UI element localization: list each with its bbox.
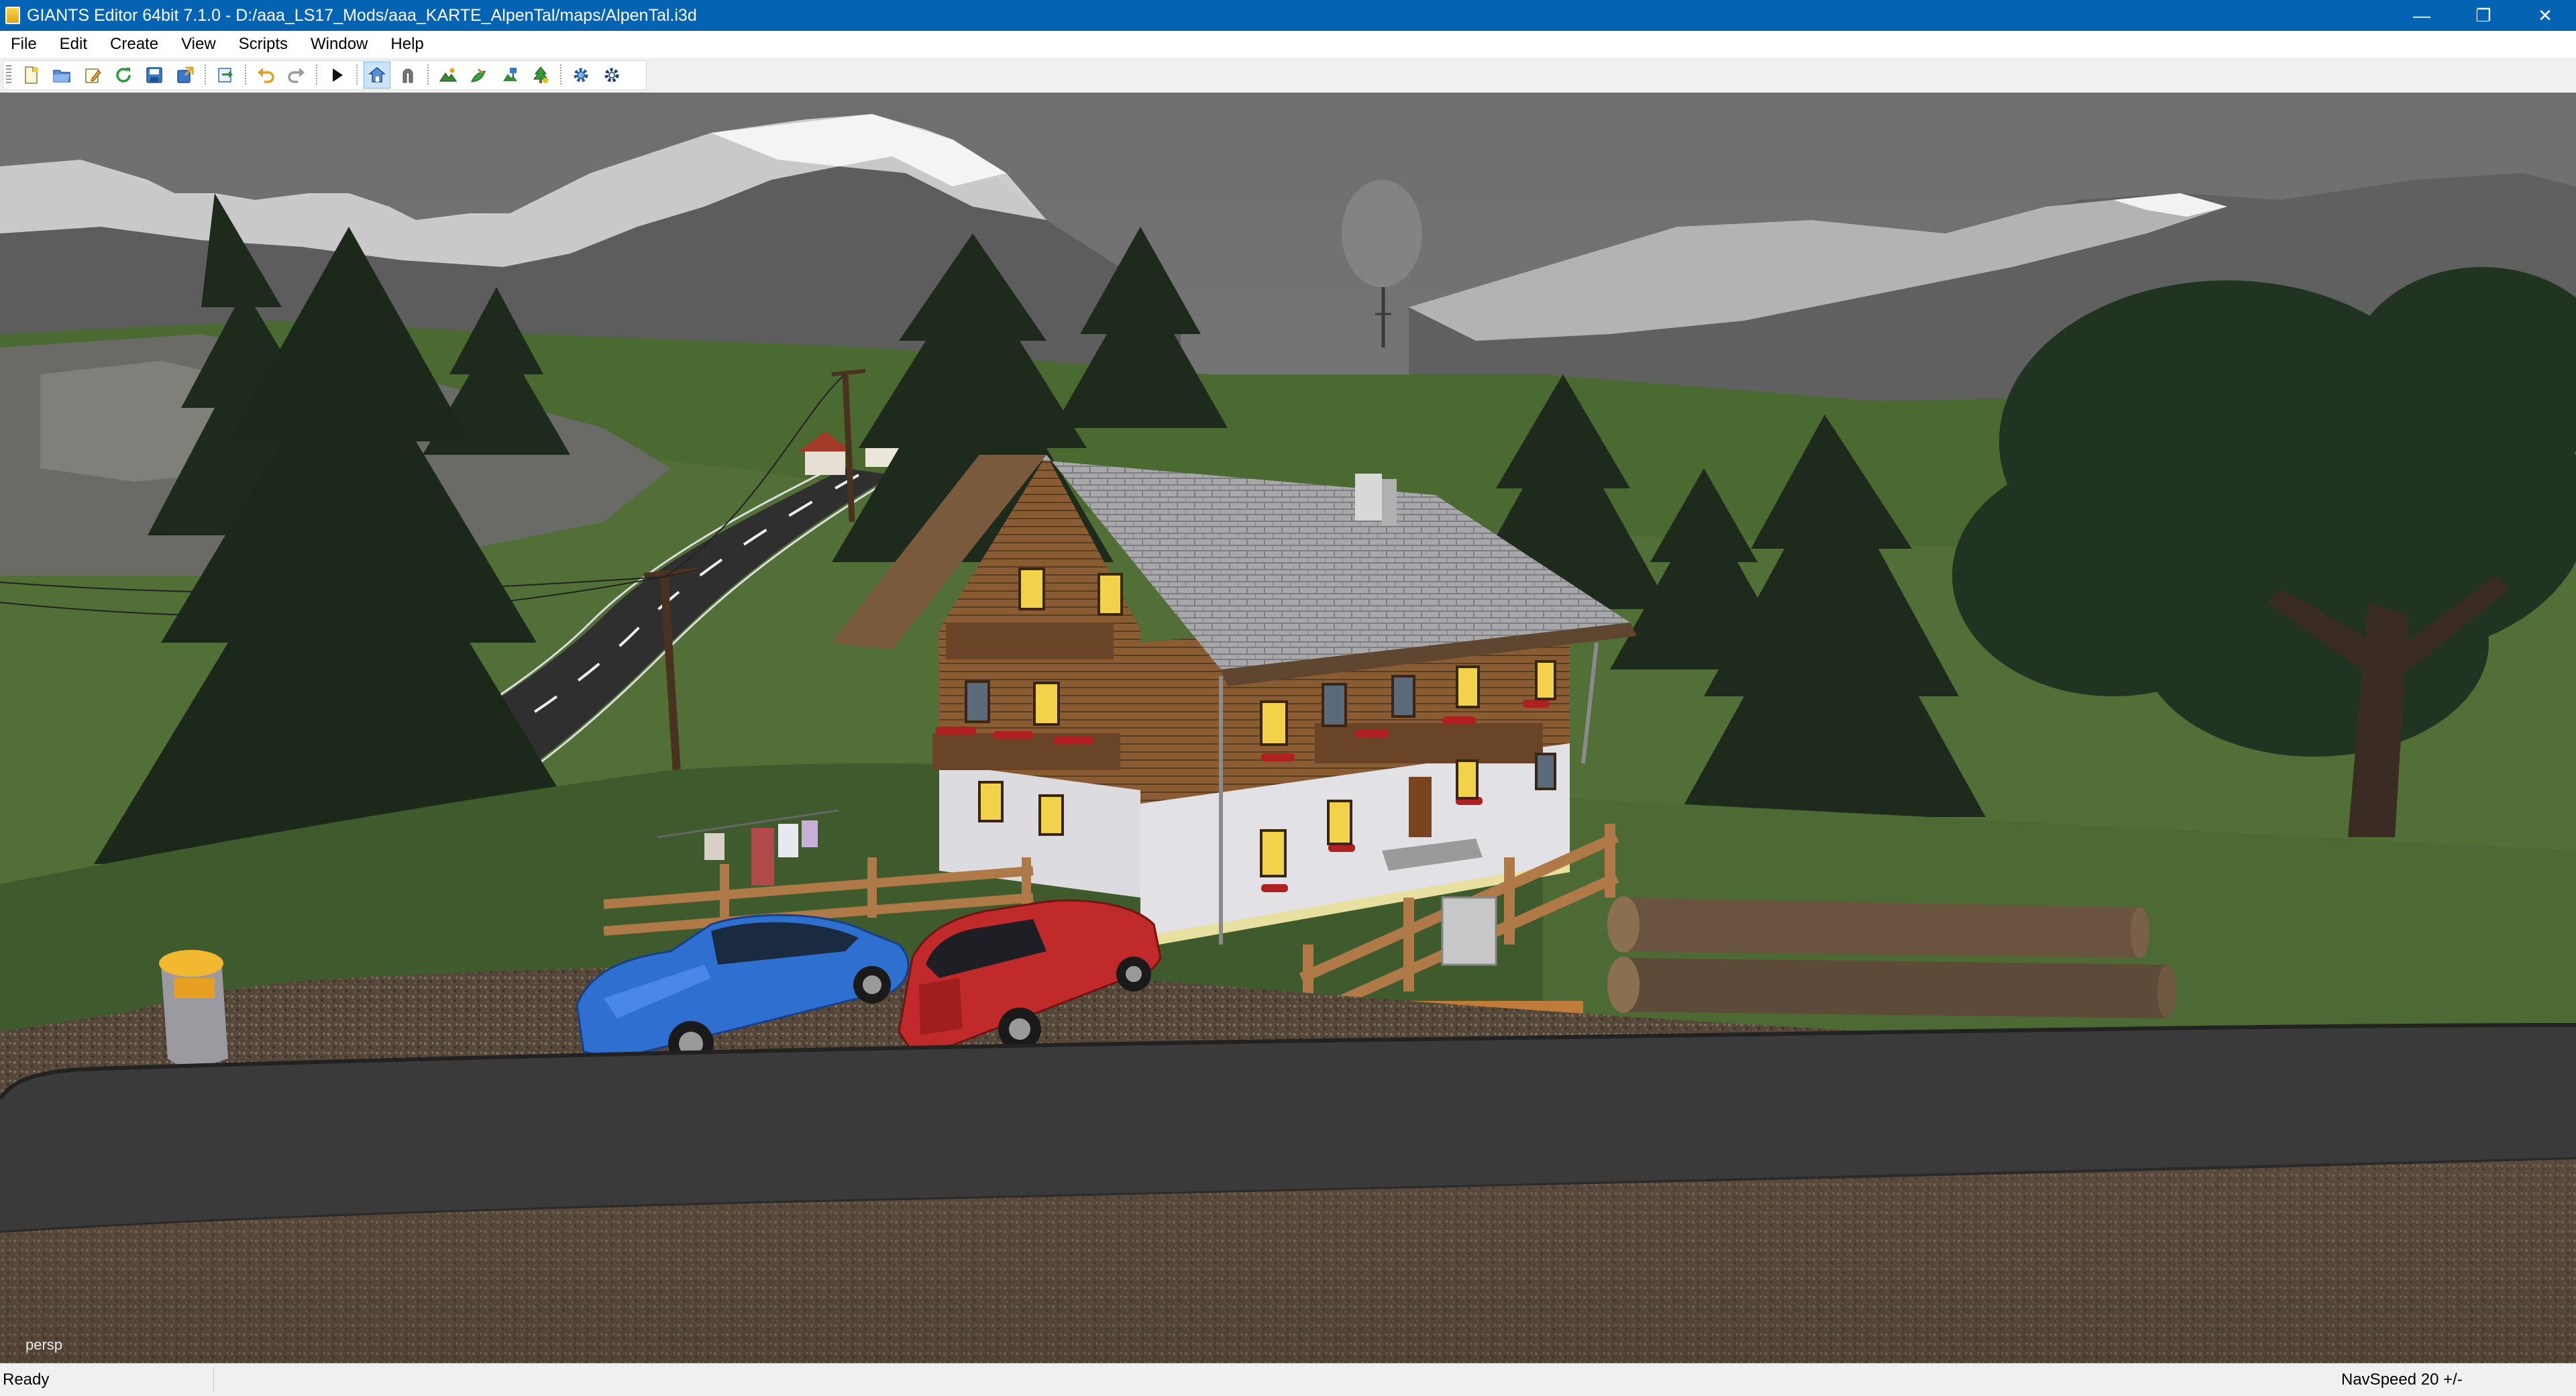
open-folder-icon — [53, 70, 70, 83]
toolbar-separator — [316, 64, 317, 86]
nav-speed-indicator: NavSpeed 20 +/- — [2341, 1371, 2463, 1389]
open-file-button[interactable] — [48, 62, 75, 89]
settings-button[interactable] — [568, 62, 594, 89]
toolbar-separator — [560, 64, 561, 86]
toolbar — [0, 58, 2576, 93]
menu-bar: File Edit Create View Scripts Window Hel… — [0, 31, 2576, 58]
tree-icon — [533, 66, 549, 83]
foliage-button[interactable] — [466, 62, 492, 89]
toolbar-separator — [205, 64, 206, 86]
place-object-button[interactable] — [496, 62, 523, 89]
menu-create[interactable]: Create — [102, 31, 166, 58]
minimize-button[interactable]: — — [2391, 0, 2453, 31]
foliage-icon — [471, 68, 486, 83]
import-icon — [218, 68, 233, 83]
camera-label: persp — [25, 1336, 63, 1353]
redo-button[interactable] — [283, 62, 310, 89]
edit-icon — [85, 68, 101, 83]
scene-render — [0, 93, 2576, 1363]
new-file-icon — [25, 66, 38, 84]
move-tool-button[interactable] — [364, 62, 390, 89]
toolbar-separator — [427, 64, 429, 86]
terrain-paint-icon — [439, 68, 458, 82]
menu-edit[interactable]: Edit — [52, 31, 95, 58]
menu-scripts[interactable]: Scripts — [231, 31, 296, 58]
status-divider — [213, 1368, 214, 1392]
undo-icon — [258, 68, 274, 83]
toolbar-strip — [3, 60, 647, 90]
status-message: Ready — [3, 1371, 50, 1389]
toolbar-separator — [245, 64, 246, 86]
snap-button[interactable] — [394, 62, 421, 89]
reload-button[interactable] — [110, 62, 137, 89]
undo-button[interactable] — [252, 62, 279, 89]
menu-window[interactable]: Window — [303, 31, 376, 58]
save-icon — [146, 67, 162, 83]
scripts-gear-icon — [604, 68, 619, 83]
scripts-button[interactable] — [598, 62, 625, 89]
import-button[interactable] — [212, 62, 239, 89]
close-button[interactable]: ✕ — [2514, 0, 2576, 31]
export-icon — [177, 66, 194, 83]
status-bar: Ready NavSpeed 20 +/- — [0, 1363, 2576, 1396]
window-controls: — ❐ ✕ — [2391, 0, 2576, 31]
new-file-button[interactable] — [17, 62, 44, 89]
menu-help[interactable]: Help — [382, 31, 431, 58]
refresh-icon — [116, 68, 131, 83]
save-button[interactable] — [141, 62, 168, 89]
restore-button[interactable]: ❐ — [2453, 0, 2514, 31]
window-title: GIANTS Editor 64bit 7.1.0 - D:/aaa_LS17_… — [27, 5, 697, 25]
object-place-icon — [503, 68, 517, 81]
3d-viewport[interactable]: persp — [0, 93, 2576, 1363]
app-icon — [5, 7, 20, 24]
tree-button[interactable] — [527, 62, 554, 89]
menu-file[interactable]: File — [3, 31, 45, 58]
move-tool-icon — [368, 67, 386, 83]
save-as-button[interactable] — [172, 62, 199, 89]
magnet-icon — [402, 68, 413, 83]
menu-view[interactable]: View — [173, 31, 224, 58]
play-button[interactable] — [323, 62, 350, 89]
toolbar-separator — [356, 64, 358, 86]
title-bar: GIANTS Editor 64bit 7.1.0 - D:/aaa_LS17_… — [0, 0, 2576, 31]
terrain-button[interactable] — [435, 62, 462, 89]
edit-button[interactable] — [79, 62, 106, 89]
play-icon — [333, 68, 343, 82]
redo-icon — [288, 68, 305, 83]
toolbar-grip[interactable] — [6, 65, 11, 85]
settings-gear-icon — [574, 68, 588, 83]
